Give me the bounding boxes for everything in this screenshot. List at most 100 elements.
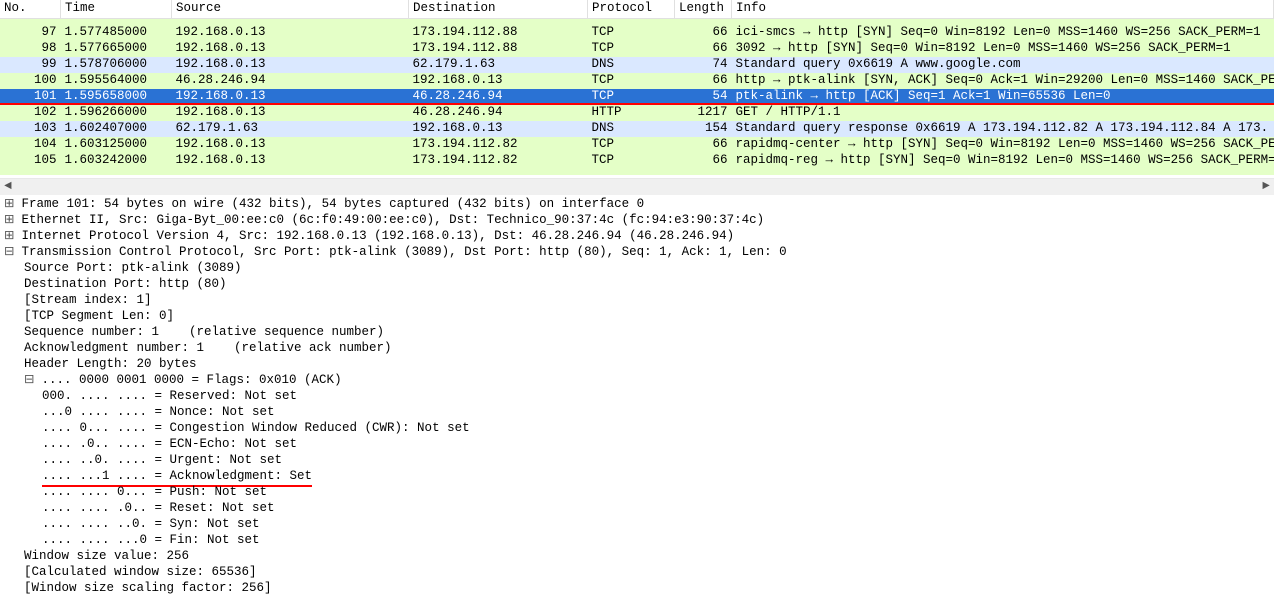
packet-details-pane[interactable]: ⊞ Frame 101: 54 bytes on wire (432 bits)… xyxy=(0,195,1274,607)
tcp-window-size[interactable]: Window size value: 256 xyxy=(2,549,1274,565)
cell-protocol: HTTP xyxy=(588,105,675,121)
cell-no: 98 xyxy=(0,41,61,57)
cell-time: 1.602407000 xyxy=(61,121,172,137)
flag-urgent[interactable]: .... ..0. .... = Urgent: Not set xyxy=(2,453,1274,469)
cell-no: 100 xyxy=(0,73,61,89)
cell-no: 97 xyxy=(0,25,61,41)
tcp-calc-window[interactable]: [Calculated window size: 65536] xyxy=(2,565,1274,581)
cell-no: 99 xyxy=(0,57,61,73)
table-row[interactable]: 1021.596266000192.168.0.1346.28.246.94HT… xyxy=(0,105,1274,121)
frame-line[interactable]: ⊞ Frame 101: 54 bytes on wire (432 bits)… xyxy=(2,197,1274,213)
cell-no: 102 xyxy=(0,105,61,121)
cell-no: 105 xyxy=(0,153,61,169)
cell-time: 1.578706000 xyxy=(61,57,172,73)
tcp-segment-len[interactable]: [TCP Segment Len: 0] xyxy=(2,309,1274,325)
expand-icon[interactable]: ⊞ xyxy=(4,229,14,245)
cell-info: rapidmq-center → http [SYN] Seq=0 Win=81… xyxy=(732,137,1274,153)
packet-body: 971.577485000192.168.0.13173.194.112.88T… xyxy=(0,18,1274,175)
expand-icon[interactable]: ⊞ xyxy=(4,197,14,213)
ip-line[interactable]: ⊞ Internet Protocol Version 4, Src: 192.… xyxy=(2,229,1274,245)
tcp-dst-port[interactable]: Destination Port: http (80) xyxy=(2,277,1274,293)
col-time-header[interactable]: Time xyxy=(61,0,172,18)
table-row[interactable]: 1011.595658000192.168.0.1346.28.246.94TC… xyxy=(0,89,1274,105)
cell-destination: 173.194.112.82 xyxy=(409,153,588,169)
collapse-icon[interactable]: ⊟ xyxy=(24,373,34,389)
table-row[interactable] xyxy=(0,169,1274,175)
tcp-header-length[interactable]: Header Length: 20 bytes xyxy=(2,357,1274,373)
tcp-sequence[interactable]: Sequence number: 1 (relative sequence nu… xyxy=(2,325,1274,341)
cell-info: 3092 → http [SYN] Seq=0 Win=8192 Len=0 M… xyxy=(732,41,1274,57)
cell-source: 192.168.0.13 xyxy=(172,89,409,105)
flag-fin[interactable]: .... .... ...0 = Fin: Not set xyxy=(2,533,1274,549)
cell-length: 66 xyxy=(675,153,732,169)
flag-syn[interactable]: .... .... ..0. = Syn: Not set xyxy=(2,517,1274,533)
flag-push[interactable]: .... .... 0... = Push: Not set xyxy=(2,485,1274,501)
cell-time: 1.603125000 xyxy=(61,137,172,153)
table-row[interactable]: 971.577485000192.168.0.13173.194.112.88T… xyxy=(0,25,1274,41)
cell-source: 192.168.0.13 xyxy=(172,153,409,169)
expand-icon[interactable]: ⊞ xyxy=(4,213,14,229)
table-row[interactable]: 1031.60240700062.179.1.63192.168.0.13DNS… xyxy=(0,121,1274,137)
cell-source: 192.168.0.13 xyxy=(172,41,409,57)
cell-length: 1217 xyxy=(675,105,732,121)
cell-protocol: DNS xyxy=(588,57,675,73)
cell-destination: 173.194.112.88 xyxy=(409,41,588,57)
table-row[interactable]: 1051.603242000192.168.0.13173.194.112.82… xyxy=(0,153,1274,169)
collapse-icon[interactable]: ⊟ xyxy=(4,245,14,261)
col-length-header[interactable]: Length xyxy=(675,0,732,18)
cell-destination: 173.194.112.82 xyxy=(409,137,588,153)
flag-ecn[interactable]: .... .0.. .... = ECN-Echo: Not set xyxy=(2,437,1274,453)
cell-source: 192.168.0.13 xyxy=(172,25,409,41)
cell-time: 1.595564000 xyxy=(61,73,172,89)
col-no-header[interactable]: No. xyxy=(0,0,61,18)
cell-no: 101 xyxy=(0,89,61,105)
cell-source: 192.168.0.13 xyxy=(172,57,409,73)
table-row[interactable]: 981.577665000192.168.0.13173.194.112.88T… xyxy=(0,41,1274,57)
cell-info: http → ptk-alink [SYN, ACK] Seq=0 Ack=1 … xyxy=(732,73,1274,89)
scroll-left-icon[interactable]: ◄ xyxy=(0,179,16,195)
cell-destination: 173.194.112.88 xyxy=(409,25,588,41)
cell-length: 66 xyxy=(675,41,732,57)
flag-reset[interactable]: .... .... .0.. = Reset: Not set xyxy=(2,501,1274,517)
cell-info: ptk-alink → http [ACK] Seq=1 Ack=1 Win=6… xyxy=(732,89,1274,105)
cell-protocol: TCP xyxy=(588,153,675,169)
table-row[interactable]: 1041.603125000192.168.0.13173.194.112.82… xyxy=(0,137,1274,153)
scroll-track[interactable] xyxy=(16,181,1258,193)
tcp-flags[interactable]: ⊟ .... 0000 0001 0000 = Flags: 0x010 (AC… xyxy=(2,373,1274,389)
table-row[interactable]: 1001.59556400046.28.246.94192.168.0.13TC… xyxy=(0,73,1274,89)
cell-protocol: TCP xyxy=(588,89,675,105)
cell-info: GET / HTTP/1.1 xyxy=(732,105,1274,121)
table-row[interactable] xyxy=(0,18,1274,25)
tcp-ack-number[interactable]: Acknowledgment number: 1 (relative ack n… xyxy=(2,341,1274,357)
cell-protocol: TCP xyxy=(588,25,675,41)
scroll-right-icon[interactable]: ► xyxy=(1258,179,1274,195)
cell-time: 1.603242000 xyxy=(61,153,172,169)
col-source-header[interactable]: Source xyxy=(172,0,409,18)
flag-ack[interactable]: .... ...1 .... = Acknowledgment: Set xyxy=(2,469,1274,485)
col-proto-header[interactable]: Protocol xyxy=(588,0,675,18)
flag-cwr[interactable]: .... 0... .... = Congestion Window Reduc… xyxy=(2,421,1274,437)
tcp-line[interactable]: ⊟ Transmission Control Protocol, Src Por… xyxy=(2,245,1274,261)
cell-destination: 192.168.0.13 xyxy=(409,121,588,137)
cell-length: 154 xyxy=(675,121,732,137)
cell-protocol: DNS xyxy=(588,121,675,137)
tcp-src-port[interactable]: Source Port: ptk-alink (3089) xyxy=(2,261,1274,277)
cell-protocol: TCP xyxy=(588,137,675,153)
table-row[interactable]: 991.578706000192.168.0.1362.179.1.63DNS7… xyxy=(0,57,1274,73)
cell-destination: 192.168.0.13 xyxy=(409,73,588,89)
horizontal-scrollbar[interactable]: ◄ ► xyxy=(0,178,1274,195)
flag-reserved[interactable]: 000. .... .... = Reserved: Not set xyxy=(2,389,1274,405)
cell-info: Standard query 0x6619 A www.google.com xyxy=(732,57,1274,73)
cell-time: 1.595658000 xyxy=(61,89,172,105)
flag-nonce[interactable]: ...0 .... .... = Nonce: Not set xyxy=(2,405,1274,421)
packet-list-pane[interactable]: No. Time Source Destination Protocol Len… xyxy=(0,0,1274,178)
col-info-header[interactable]: Info xyxy=(732,0,1274,18)
cell-protocol: TCP xyxy=(588,73,675,89)
cell-source: 192.168.0.13 xyxy=(172,105,409,121)
tcp-stream-index[interactable]: [Stream index: 1] xyxy=(2,293,1274,309)
ethernet-line[interactable]: ⊞ Ethernet II, Src: Giga-Byt_00:ee:c0 (6… xyxy=(2,213,1274,229)
cell-info: rapidmq-reg → http [SYN] Seq=0 Win=8192 … xyxy=(732,153,1274,169)
cell-info: ici-smcs → http [SYN] Seq=0 Win=8192 Len… xyxy=(732,25,1274,41)
cell-no: 103 xyxy=(0,121,61,137)
col-dest-header[interactable]: Destination xyxy=(409,0,588,18)
